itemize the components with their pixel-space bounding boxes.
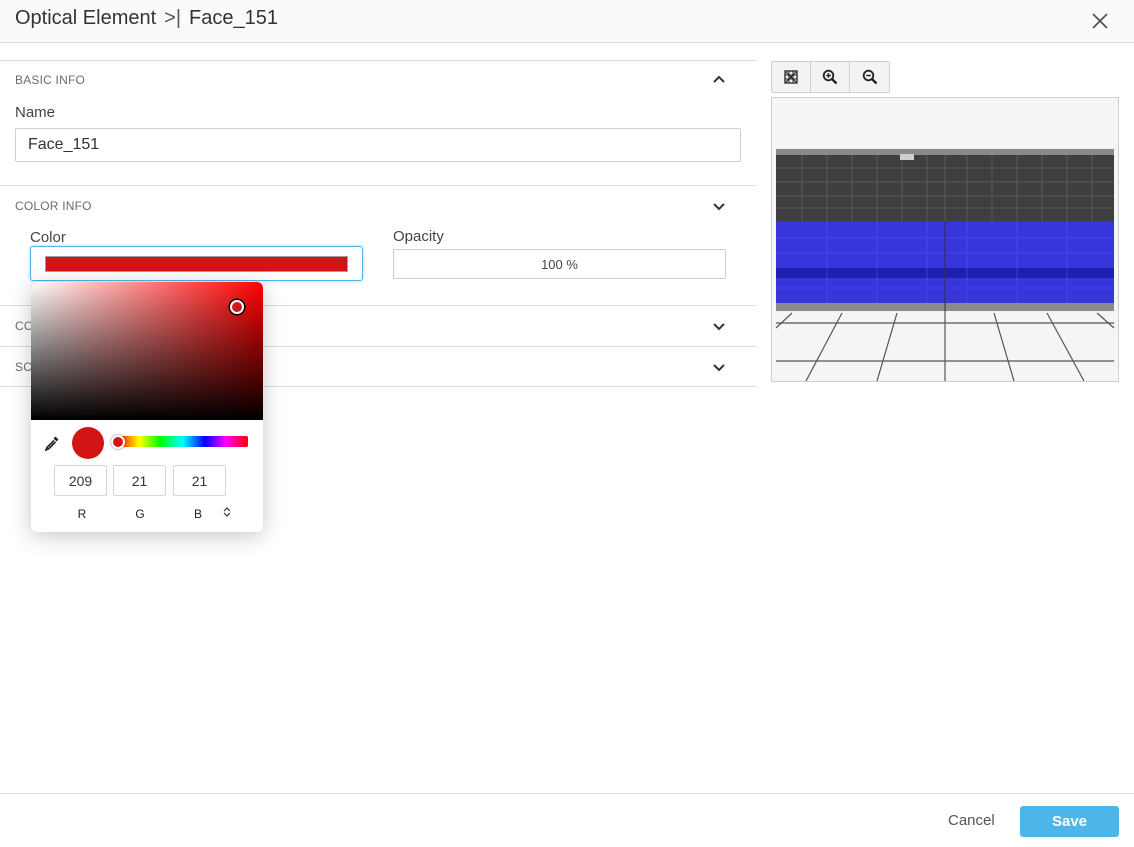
chevron-up-icon[interactable] xyxy=(712,73,726,87)
cancel-button[interactable]: Cancel xyxy=(948,812,995,829)
color-field[interactable] xyxy=(30,246,363,281)
viewer-toolbar xyxy=(771,61,890,93)
breadcrumb-separator: >| xyxy=(164,7,182,29)
blue-label: B xyxy=(193,507,202,521)
name-label: Name xyxy=(15,104,56,121)
saturation-area[interactable] xyxy=(31,282,263,420)
color-label: Color xyxy=(30,229,66,246)
breadcrumb-current: Face_151 xyxy=(189,7,279,29)
close-icon[interactable] xyxy=(1088,9,1112,33)
breadcrumb: Optical Element >| Face_151 xyxy=(15,7,278,30)
name-input[interactable]: Face_151 xyxy=(15,128,741,162)
chevron-down-icon[interactable] xyxy=(712,360,726,374)
basic-info-section: BASIC INFO Name Face_151 xyxy=(0,60,756,186)
collapsed-section-4-title[interactable]: SC xyxy=(15,360,32,374)
red-input[interactable]: 209 xyxy=(54,465,107,496)
basic-info-title[interactable]: BASIC INFO xyxy=(15,73,85,87)
zoom-out-icon[interactable] xyxy=(850,62,889,92)
color-swatch xyxy=(45,256,348,272)
hue-slider[interactable] xyxy=(117,436,248,447)
opacity-field[interactable]: 100 % xyxy=(393,249,726,279)
fit-view-icon[interactable] xyxy=(772,62,811,92)
zoom-in-icon[interactable] xyxy=(811,62,850,92)
chevron-down-icon[interactable] xyxy=(712,199,726,213)
saturation-handle[interactable] xyxy=(230,300,244,314)
green-label: G xyxy=(135,507,145,521)
color-preview xyxy=(72,427,104,459)
hue-handle[interactable] xyxy=(111,435,125,449)
dialog-header: Optical Element >| Face_151 xyxy=(0,0,1134,43)
chevron-down-icon[interactable] xyxy=(712,319,726,333)
save-button[interactable]: Save xyxy=(1020,806,1119,837)
eyedropper-icon[interactable] xyxy=(43,434,61,452)
color-info-title[interactable]: COLOR INFO xyxy=(15,199,92,213)
opacity-label: Opacity xyxy=(393,228,444,245)
red-label: R xyxy=(77,507,87,521)
up-down-icon[interactable] xyxy=(223,507,231,520)
color-picker-popover: 209 21 21 R G B xyxy=(31,282,263,532)
3d-viewer[interactable] xyxy=(771,97,1119,382)
blue-input[interactable]: 21 xyxy=(173,465,226,496)
green-input[interactable]: 21 xyxy=(113,465,166,496)
breadcrumb-parent[interactable]: Optical Element xyxy=(15,7,156,30)
